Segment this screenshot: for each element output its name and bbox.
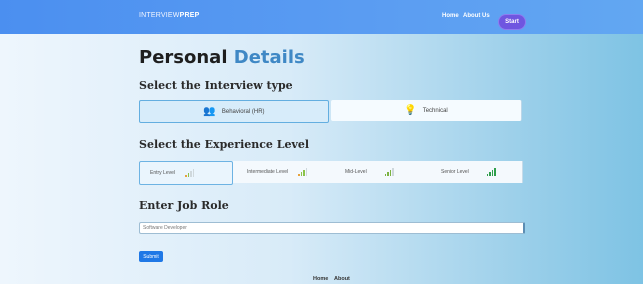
brand-text-bold: PREP (179, 12, 200, 19)
signal-bars-icon (185, 169, 195, 177)
nav-link-about-us[interactable]: About Us (463, 13, 490, 19)
nav-link-home[interactable]: Home (442, 13, 459, 19)
team-icon: 👥 (203, 106, 216, 117)
signal-bars-icon (298, 168, 308, 176)
job-role-input[interactable] (139, 222, 525, 234)
interview-type-technical[interactable]: 💡 Technical (331, 100, 522, 121)
job-role-heading: Enter Job Role (139, 199, 229, 212)
interview-type-behavioral-label: Behavioral (HR) (221, 108, 265, 115)
interview-type-technical-label: Technical (422, 107, 448, 114)
footer-link-about[interactable]: About (334, 276, 350, 282)
brand-logo[interactable]: INTERVIEWPREP (139, 12, 199, 19)
page-title: Personal Details (139, 47, 305, 68)
code-icon: 💡 (404, 105, 417, 116)
brand-text-light: INTERVIEW (139, 12, 180, 19)
page-title-part1: Personal (139, 47, 228, 68)
interview-type-heading: Select the Interview type (139, 79, 293, 92)
signal-bars-icon (384, 168, 394, 176)
level-mid[interactable]: Mid-Level (335, 161, 427, 183)
level-intermediate[interactable]: Intermediate Level (237, 161, 329, 183)
start-button[interactable]: Start (499, 15, 525, 29)
experience-heading: Select the Experience Level (139, 138, 310, 151)
level-mid-label: Mid-Level (345, 169, 367, 175)
signal-bars-icon (486, 168, 496, 176)
page-title-part2: Details (233, 47, 305, 68)
footer-link-home[interactable]: Home (313, 276, 328, 282)
submit-button[interactable]: Submit (139, 251, 163, 262)
level-senior-label: Senior Level (441, 169, 469, 175)
level-entry-label: Entry Level (150, 170, 176, 176)
interview-type-behavioral[interactable]: 👥 Behavioral (HR) (139, 100, 329, 123)
level-entry[interactable]: Entry Level (139, 161, 233, 185)
level-senior[interactable]: Senior Level (431, 161, 522, 183)
level-intermediate-label: Intermediate Level (247, 169, 289, 175)
navbar: INTERVIEWPREP Home About Us Start (0, 0, 643, 34)
